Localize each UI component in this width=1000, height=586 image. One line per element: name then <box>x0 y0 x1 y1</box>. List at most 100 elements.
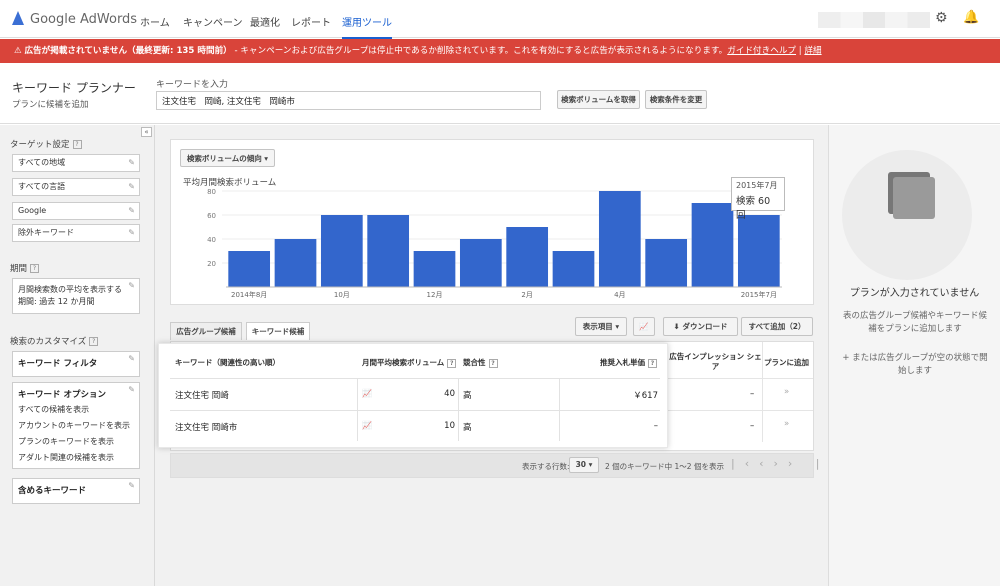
chart-bar <box>459 239 502 287</box>
help-icon[interactable]: ? <box>30 264 40 273</box>
rows-per-page-label: 表示する行数: <box>522 462 570 471</box>
pencil-icon[interactable]: ✎ <box>128 203 135 219</box>
pagination-summary: 2 個のキーワード中 1〜2 個を表示 <box>605 462 724 471</box>
col-divider <box>559 379 560 441</box>
x-tick-label: 4月 <box>614 291 625 299</box>
location-field[interactable]: すべての地域 ✎ <box>12 154 140 172</box>
y-tick-label: 40 <box>207 236 216 244</box>
pencil-icon[interactable]: ✎ <box>128 385 135 394</box>
nav-campaigns[interactable]: キャンペーン <box>183 14 243 29</box>
tab-keyword-ideas[interactable]: キーワード候補 <box>246 322 310 340</box>
col-divider <box>458 379 459 441</box>
nav-reports[interactable]: レポート <box>291 14 331 29</box>
row-divider <box>170 410 660 411</box>
alert-lead: 広告が掲載されていません（最終更新: 135 時間前） <box>24 46 232 56</box>
add-keyword-button[interactable]: » <box>784 419 789 429</box>
tooltip-date: 2015年7月 <box>736 181 778 190</box>
x-tick-label: 2014年8月 <box>231 290 267 299</box>
modify-search-button[interactable]: 検索条件を変更 <box>645 90 707 109</box>
empty-plan-description: 表の広告グループ候補やキーワード候補をプランに追加します <box>843 311 987 334</box>
keyword-options-label: キーワード オプション <box>18 390 106 400</box>
nav-home[interactable]: ホーム <box>140 14 170 29</box>
option-plan-keywords: プランのキーワードを表示 <box>18 437 114 446</box>
include-keywords-label: 含めるキーワード <box>18 486 87 496</box>
rows-per-page-select[interactable]: 30 ▾ <box>569 457 599 473</box>
tooltip-value: 検索 60 回 <box>736 196 771 221</box>
location-label: すべての地域 <box>18 158 66 167</box>
app-logo[interactable]: Google AdWords <box>30 12 137 27</box>
keyword-filter-box[interactable]: キーワード フィルタ ✎ <box>12 351 140 377</box>
period-box[interactable]: 月間検索数の平均を表示する 期間: 過去 12 か月間 ✎ <box>12 278 140 314</box>
volume-chart: 20 40 60 80 2014年8月 10月 12月 2月 4月 2015年7月 <box>207 188 782 299</box>
col-impression-share[interactable]: 広告インプレッション シェア <box>668 352 763 372</box>
row-divider <box>668 410 813 411</box>
share-cell-1: – <box>750 389 755 399</box>
page-nav-icons[interactable]: |‹‹›› | <box>731 457 830 470</box>
x-tick-label: 2月 <box>521 291 532 299</box>
gear-icon[interactable]: ⚙ <box>935 10 948 26</box>
col-divider <box>357 379 358 441</box>
competition-cell-1: 高 <box>463 391 472 401</box>
panel-divider <box>828 125 829 586</box>
add-keyword-button[interactable]: » <box>784 387 789 397</box>
nav-optimize[interactable]: 最適化 <box>250 14 280 29</box>
help-icon[interactable]: ? <box>488 358 498 368</box>
columns-button[interactable]: 表示項目 ▾ <box>575 317 627 336</box>
pencil-icon[interactable]: ✎ <box>128 225 135 241</box>
bid-cell-2: – <box>653 421 658 431</box>
guided-help-link[interactable]: ガイド付きヘルプ <box>727 46 796 56</box>
col-keyword[interactable]: キーワード（関連性の高い順） <box>175 357 280 368</box>
col-volume-label[interactable]: 月間平均検索ボリューム <box>362 358 444 367</box>
chart-bar <box>413 251 456 287</box>
get-volume-button[interactable]: 検索ボリュームを取得 <box>557 90 640 109</box>
keyword-input-label: キーワードを入力 <box>156 80 229 90</box>
negative-keywords-label: 除外キーワード <box>18 228 74 237</box>
warning-icon: ⚠ <box>14 46 25 56</box>
help-icon[interactable]: ? <box>648 358 657 368</box>
nav-tools[interactable]: 運用ツール <box>342 14 392 39</box>
pencil-icon[interactable]: ✎ <box>128 354 135 363</box>
help-icon[interactable]: ? <box>447 358 457 368</box>
download-label: ダウンロード <box>682 322 728 331</box>
targeting-heading-label: ターゲット設定 <box>10 140 70 150</box>
col-add-to-plan: プランに追加 <box>764 358 809 367</box>
pencil-icon[interactable]: ✎ <box>128 281 135 290</box>
keyword-input[interactable]: 注文住宅 岡崎, 注文住宅 岡崎市 <box>156 91 541 110</box>
col-competition-label[interactable]: 競合性 <box>463 358 486 367</box>
network-field[interactable]: Google ✎ <box>12 202 140 220</box>
option-adult-ideas: アダルト関連の候補を表示 <box>18 453 114 462</box>
empty-plan-alternative[interactable]: + または広告グループが空の状態で開始します <box>840 352 990 378</box>
pencil-icon[interactable]: ✎ <box>128 155 135 171</box>
details-link[interactable]: 詳細 <box>804 46 821 56</box>
adwords-logo-icon[interactable] <box>12 11 24 25</box>
col-bid: 推奨入札単価? <box>600 357 657 368</box>
language-field[interactable]: すべての言語 ✎ <box>12 178 140 196</box>
col-bid-label[interactable]: 推奨入札単価 <box>600 358 645 367</box>
row-divider <box>170 378 660 379</box>
language-label: すべての言語 <box>18 182 66 191</box>
negative-keywords-field[interactable]: 除外キーワード ✎ <box>12 224 140 242</box>
download-button[interactable]: ⬇ ダウンロード <box>663 317 738 336</box>
targeting-heading: ターゲット設定? <box>10 138 82 150</box>
add-all-button[interactable]: すべて追加（2） <box>741 317 813 336</box>
keyword-options-box[interactable]: キーワード オプション すべての候補を表示 アカウントのキーワードを表示 プランのキー… <box>12 382 140 469</box>
help-icon[interactable]: ? <box>72 140 82 149</box>
trend-icon[interactable]: 📈 <box>362 421 372 430</box>
include-keywords-box[interactable]: 含めるキーワード ✎ <box>12 478 140 504</box>
bid-cell-1: ￥617 <box>633 391 658 401</box>
pencil-icon[interactable]: ✎ <box>128 481 135 490</box>
chart-toggle-icon[interactable]: 📈 <box>633 317 655 336</box>
option-all-ideas: すべての候補を表示 <box>18 405 90 414</box>
tab-ad-group-ideas[interactable]: 広告グループ候補 <box>170 322 242 340</box>
pencil-icon[interactable]: ✎ <box>128 179 135 195</box>
trend-dropdown[interactable]: 検索ボリュームの傾向 ▾ <box>180 149 275 167</box>
trend-icon[interactable]: 📈 <box>362 389 372 398</box>
y-tick-label: 20 <box>207 260 216 268</box>
chart-bar <box>737 215 780 287</box>
collapse-sidebar-button[interactable]: « <box>141 127 152 137</box>
help-icon[interactable]: ? <box>89 337 99 346</box>
volume-cell-2: 10 <box>444 421 455 431</box>
account-info[interactable] <box>818 12 930 28</box>
volume-cell-1: 40 <box>444 389 455 399</box>
bell-icon[interactable]: 🔔 <box>963 10 979 25</box>
